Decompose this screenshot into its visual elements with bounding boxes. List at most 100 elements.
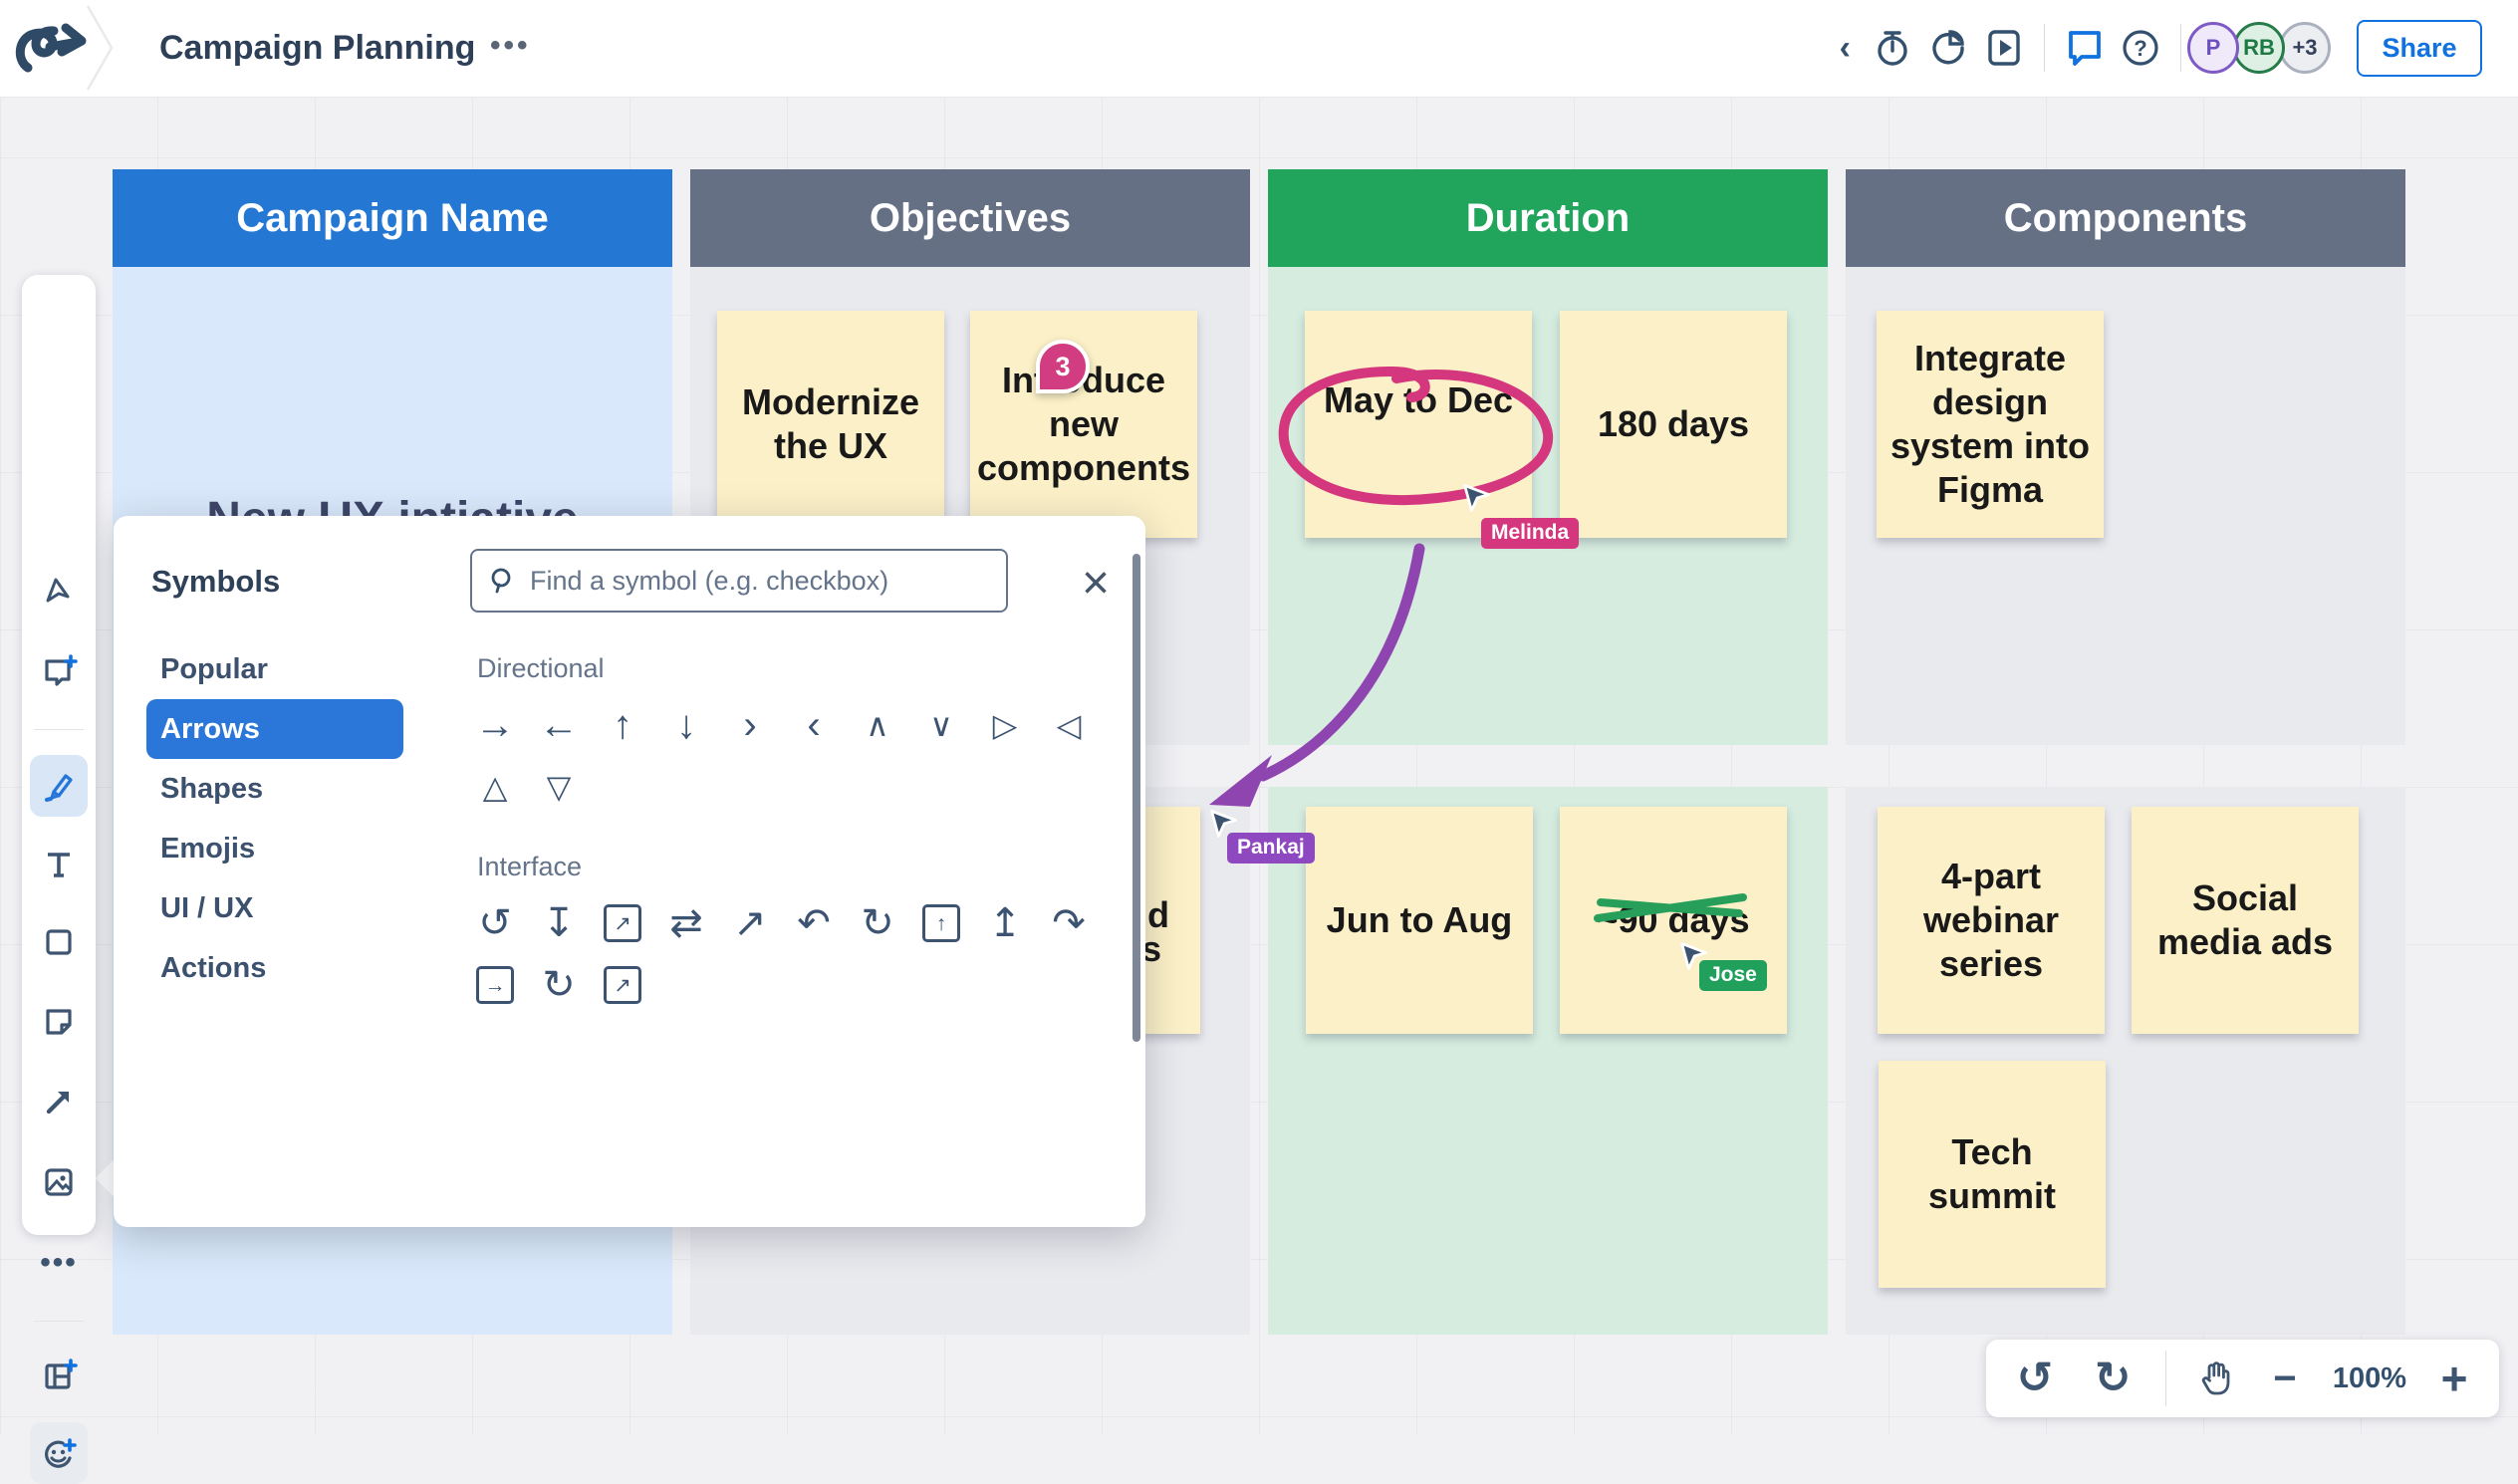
category-shapes[interactable]: Shapes [146,759,403,819]
add-frame-icon[interactable] [22,1348,96,1403]
image-tool-icon[interactable] [22,1154,96,1210]
title-menu-button[interactable]: ••• [490,0,531,92]
symbol-arrow-up[interactable]: ↑ [591,694,654,756]
pen-tool-icon[interactable] [22,759,96,815]
symbol-file-upload[interactable]: ↑ [909,892,973,954]
symbol-chevron-right[interactable]: › [718,694,782,756]
note-text: 4-part webinar series [1888,855,2095,986]
sticky-note-may-to-dec[interactable]: May to Dec [1305,311,1532,538]
avatar-overflow[interactable]: +3 [2279,22,2331,74]
sticky-note-modernize-ux[interactable]: Modernize the UX [717,311,944,538]
note-text: Integrate design system into Figma [1887,337,2094,512]
symbol-external-link[interactable]: ↗ [591,892,654,954]
share-button[interactable]: Share [2357,20,2482,77]
symbol-chevron-up[interactable]: ∧ [846,694,909,756]
symbol-search-input[interactable] [528,565,1006,598]
category-emojis[interactable]: Emojis [146,819,403,878]
sticky-note-jun-to-aug[interactable]: Jun to Aug [1306,807,1533,1034]
symbol-redo[interactable]: ↷ [1037,892,1101,954]
more-tools-icon[interactable]: ••• [22,1235,96,1291]
close-icon[interactable]: × [1082,560,1110,608]
document-title[interactable]: Campaign Planning [159,0,475,96]
sticky-note-social-media-ads[interactable]: Social media ads [2132,807,2359,1034]
symbol-triangle-up[interactable]: △ [463,756,527,818]
symbol-swap-horizontal[interactable]: ⇄ [654,892,718,954]
category-popular[interactable]: Popular [146,639,403,699]
symbol-upload-tray[interactable]: ↥ [973,892,1037,954]
search-icon [488,566,518,596]
symbol-refresh-cycle[interactable]: ↺ [463,892,527,954]
redo-icon[interactable]: ↻ [2074,1340,2151,1417]
symbol-sign-in[interactable]: → [463,954,527,1016]
symbols-panel-title: Symbols [151,564,280,600]
cursor-name-label: Melinda [1481,518,1579,549]
avatar[interactable]: RB [2233,22,2285,74]
symbol-chevron-down[interactable]: ∨ [909,694,973,756]
collapse-toolbar-icon[interactable]: ‹ [1826,31,1865,65]
add-emoji-icon[interactable] [22,1426,96,1482]
symbol-download-tray[interactable]: ↧ [527,892,591,954]
header-divider [2180,24,2181,72]
symbol-triangle-down[interactable]: ▽ [527,756,591,818]
comments-icon[interactable] [2057,20,2113,76]
symbol-triangle-left[interactable]: ◁ [1037,694,1101,756]
zoom-out-icon[interactable]: − [2250,1340,2320,1417]
symbol-external-link-2[interactable]: ↗ [591,954,654,1016]
sticky-note-integrate-figma[interactable]: Integrate design system into Figma [1877,311,2104,538]
section-label-interface: Interface [477,852,1111,882]
zoom-in-icon[interactable]: + [2419,1340,2489,1417]
note-text: ~90 days [1597,898,1749,942]
category-ui-ux[interactable]: UI / UX [146,878,403,938]
column-header-duration[interactable]: Duration [1268,169,1828,267]
svg-text:?: ? [2134,36,2146,61]
column-label: Duration [1466,196,1630,241]
symbol-sync-check[interactable]: ↻ [527,954,591,1016]
select-tool-icon[interactable] [22,564,96,619]
sticky-note-tech-summit[interactable]: Tech summit [1879,1061,2106,1288]
category-actions[interactable]: Actions [146,938,403,998]
panel-scrollbar[interactable] [1133,554,1140,1042]
sticky-note-introduce-components[interactable]: Introduce new components [970,311,1197,538]
sticky-note-90-days[interactable]: ~90 days [1560,807,1787,1034]
shape-tool-icon[interactable] [22,914,96,970]
symbol-triangle-right[interactable]: ▷ [973,694,1037,756]
cursor-name-label: Pankaj [1227,833,1315,864]
more-dots: ••• [40,1246,78,1280]
tools-sidebar: ••• [22,275,96,1235]
text-tool-icon[interactable] [22,837,96,892]
comment-pin-badge[interactable]: 3 [1036,340,1090,393]
zoom-level-value[interactable]: 100% [2320,1362,2419,1395]
line-arrow-tool-icon[interactable] [22,1074,96,1129]
column-header-campaign-name[interactable]: Campaign Name [113,169,672,267]
symbol-sync[interactable]: ↻ [846,892,909,954]
pan-hand-icon[interactable] [2180,1340,2250,1417]
symbol-arrow-left[interactable]: ← [527,694,591,756]
symbols-panel: Symbols × Popular Arrows Shapes Emojis U… [114,516,1145,1227]
symbol-trending-up[interactable]: ↗ [718,892,782,954]
note-text: May to Dec [1324,378,1513,422]
sticky-note-180-days[interactable]: 180 days [1560,311,1787,538]
collaborator-cursor-pankaj: Pankaj [1207,808,1239,840]
category-arrows[interactable]: Arrows [146,699,403,759]
symbol-search-box[interactable] [470,549,1008,613]
symbol-chevron-left[interactable]: ‹ [782,694,846,756]
avatar[interactable]: P [2187,22,2239,74]
pie-timer-icon[interactable] [1920,20,1976,76]
app-header: Campaign Planning ••• ‹ ? P RB +3 Share [0,0,2518,98]
timer-icon[interactable] [1865,20,1920,76]
add-sticky-note-icon[interactable] [22,643,96,699]
cursor-name-label: Jose [1699,960,1767,991]
symbol-arrow-down[interactable]: ↓ [654,694,718,756]
help-icon[interactable]: ? [2113,20,2168,76]
undo-icon[interactable]: ↺ [1996,1340,2074,1417]
app-logo[interactable] [0,0,118,96]
symbol-arrow-right[interactable]: → [463,694,527,756]
cursor-pointer-icon [1460,482,1492,514]
column-header-components[interactable]: Components [1846,169,2405,267]
symbol-history[interactable]: ↶ [782,892,846,954]
column-header-objectives[interactable]: Objectives [690,169,1250,267]
canvas-controls-bar: ↺ ↻ − 100% + [1986,1340,2499,1417]
note-card-tool-icon[interactable] [22,994,96,1050]
present-play-icon[interactable] [1976,20,2032,76]
sticky-note-webinar-series[interactable]: 4-part webinar series [1878,807,2105,1034]
